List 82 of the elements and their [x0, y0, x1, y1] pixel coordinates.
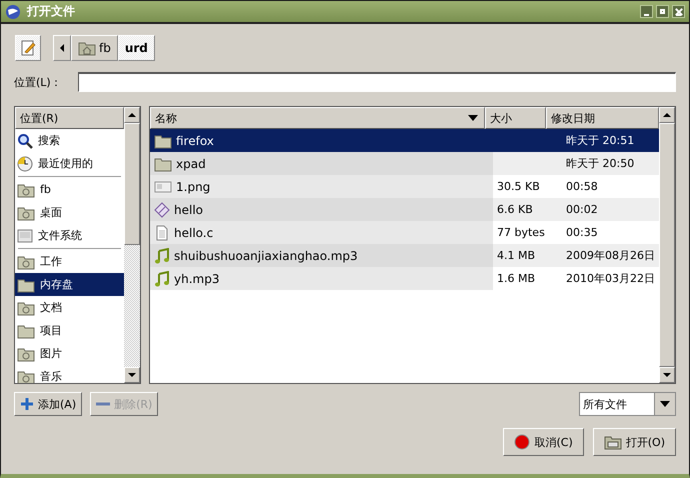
pencil-note-icon	[20, 40, 36, 56]
cancel-button[interactable]: 取消(C)	[503, 428, 584, 456]
scroll-left-button[interactable]	[53, 35, 71, 61]
desktop-folder-icon	[17, 204, 35, 220]
path-button[interactable]: urd	[118, 35, 155, 61]
music-note-icon	[154, 270, 170, 286]
sidebar-item[interactable]: 内存盘	[15, 273, 124, 296]
pictures-folder-icon	[17, 346, 35, 362]
file-size: 4.1 MB	[497, 249, 536, 262]
close-button[interactable]	[672, 5, 685, 18]
folder-icon	[17, 276, 35, 292]
file-type-dropdown[interactable]: 所有文件	[579, 392, 676, 416]
maximize-button[interactable]	[656, 5, 669, 18]
documents-folder-icon	[17, 300, 35, 316]
image-file-icon	[154, 178, 172, 194]
column-header[interactable]: 位置(R)	[15, 107, 124, 129]
music-note-icon	[154, 248, 170, 264]
modified-date: 00:35	[566, 226, 598, 239]
file-name: xpad	[176, 156, 206, 170]
add-button[interactable]: 添加(A)	[14, 392, 82, 416]
sidebar-item[interactable]: 文档	[15, 296, 124, 319]
sidebar-item[interactable]: 音乐	[15, 365, 124, 383]
file-size: 6.6 KB	[497, 203, 533, 216]
modified-date: 昨天于 20:51	[566, 133, 634, 148]
column-header[interactable]: 大小	[485, 107, 546, 129]
modified-date: 昨天于 20:50	[566, 156, 634, 171]
sidebar-item[interactable]: 桌面	[15, 201, 124, 224]
home-folder-icon	[17, 182, 35, 198]
scrollbar[interactable]	[659, 107, 675, 383]
file-size: 30.5 KB	[497, 180, 540, 193]
file-name: 1.png	[176, 180, 210, 194]
open-button[interactable]: 打开(O)	[592, 428, 676, 456]
folder-icon	[154, 156, 172, 172]
file-row[interactable]: xpad 昨天于 20:50	[150, 152, 659, 175]
file-name: hello.c	[174, 226, 214, 240]
sidebar-item[interactable]: 搜索	[15, 129, 124, 152]
edit-location-button[interactable]	[15, 35, 41, 61]
sidebar-item[interactable]: fb	[15, 178, 124, 201]
file-row[interactable]: firefox 昨天于 20:51	[150, 129, 659, 152]
home-folder-icon	[78, 40, 96, 56]
folder-icon	[17, 322, 35, 338]
stop-icon	[514, 434, 530, 450]
sort-icon	[468, 115, 478, 121]
folder-icon	[154, 132, 172, 148]
file-name: hello	[174, 202, 203, 216]
file-name: shuibushuoanjiaxianghao.mp3	[174, 248, 358, 262]
file-row[interactable]: shuibushuoanjiaxianghao.mp3 4.1 MB 2009年08月26日	[150, 244, 659, 267]
drive-icon	[17, 228, 33, 244]
minus-icon	[96, 402, 110, 406]
modified-date: 2010年03月22日	[566, 271, 655, 286]
diamond-icon	[154, 202, 170, 218]
document-icon	[154, 224, 170, 240]
folder-icon	[604, 434, 622, 450]
file-row[interactable]: hello 6.6 KB 00:02	[150, 198, 659, 221]
file-size: 1.6 MB	[497, 272, 536, 285]
globe-icon	[5, 4, 21, 20]
plus-icon	[20, 397, 34, 411]
file-name: yh.mp3	[174, 272, 220, 286]
music-folder-icon	[17, 368, 35, 383]
path-button[interactable]: fb	[71, 35, 118, 61]
dropdown-arrow-icon	[660, 401, 670, 407]
sidebar-item[interactable]: 项目	[15, 319, 124, 342]
clock-icon	[17, 156, 33, 172]
sidebar-item[interactable]: 文件系统	[15, 224, 124, 247]
search-icon	[17, 132, 33, 148]
modified-date: 00:02	[566, 203, 598, 216]
location-field[interactable]	[78, 72, 676, 92]
file-name: firefox	[176, 134, 214, 148]
column-header[interactable]: 修改日期	[546, 107, 659, 129]
close-icon	[674, 8, 682, 16]
modified-date: 2009年08月26日	[566, 248, 655, 263]
scrollbar[interactable]	[124, 107, 140, 383]
minimize-button[interactable]	[640, 5, 653, 18]
download-folder-icon	[17, 254, 35, 270]
sidebar-item[interactable]: 工作	[15, 250, 124, 273]
column-header[interactable]: 名称	[150, 107, 485, 129]
modified-date: 00:58	[566, 180, 598, 193]
file-size: 77 bytes	[497, 226, 545, 239]
sidebar-item[interactable]: 图片	[15, 342, 124, 365]
sidebar-item[interactable]: 最近使用的	[15, 152, 124, 175]
window-title: 打开文件	[27, 3, 76, 20]
location-label: 位置(L)：	[14, 74, 63, 90]
